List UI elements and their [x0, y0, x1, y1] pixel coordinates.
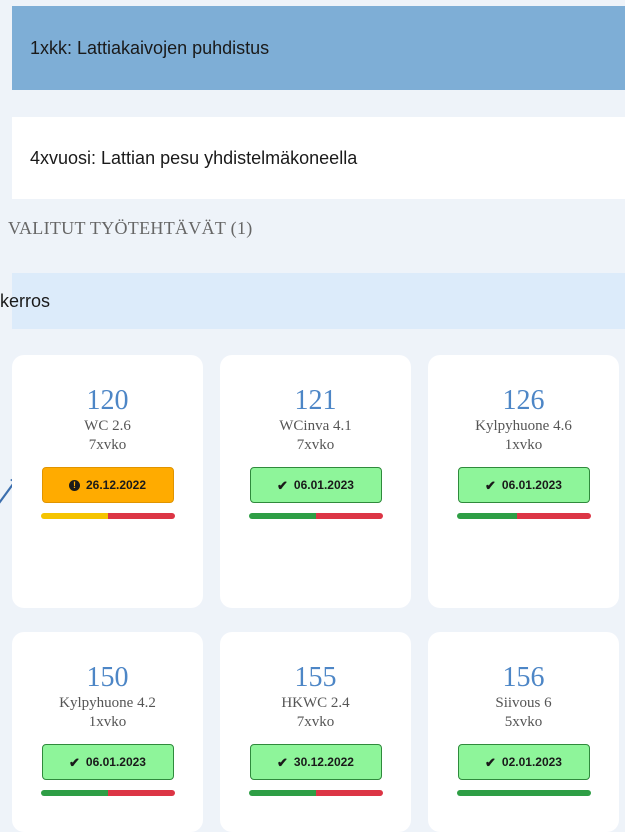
progress-fill	[40, 513, 108, 519]
status-badge[interactable]: ✔ 06.01.2023	[41, 744, 174, 780]
room-number: 150	[86, 662, 129, 693]
room-number: 120	[86, 385, 129, 416]
room-card[interactable]: 155 HKWC 2.4 7xvko ✔ 30.12.2022	[220, 632, 411, 832]
room-name: WC 2.6	[84, 418, 131, 434]
status-date: 26.12.2022	[85, 478, 147, 492]
task-item-lattian-pesu[interactable]: 4xvuosi: Lattian pesu yhdistelmäkoneella	[12, 117, 625, 199]
progress-bar	[248, 790, 383, 796]
status-badge[interactable]: ✔ 06.01.2023	[249, 467, 382, 503]
room-frequency: 7xvko	[296, 437, 335, 453]
selected-tasks-heading[interactable]: VALITUT TYÖTEHTÄVÄT (1)	[0, 202, 625, 254]
floor-heading[interactable]: kerros	[0, 273, 625, 329]
progress-fill	[456, 513, 517, 519]
progress-remainder	[315, 513, 383, 519]
room-frequency: 1xvko	[504, 437, 543, 453]
room-name: Kylpyhuone 4.6	[475, 418, 572, 434]
check-icon: ✔	[485, 754, 496, 770]
room-number: 156	[502, 662, 545, 693]
progress-fill	[248, 513, 316, 519]
progress-fill	[456, 790, 591, 796]
status-date: 30.12.2022	[293, 755, 354, 769]
progress-bar	[40, 790, 175, 796]
status-date: 06.01.2023	[85, 755, 146, 769]
progress-bar	[248, 513, 383, 519]
progress-fill	[248, 790, 316, 796]
room-card[interactable]: 150 Kylpyhuone 4.2 1xvko ✔ 06.01.2023	[12, 632, 203, 832]
progress-remainder	[107, 513, 175, 519]
room-name: Siivous 6	[495, 695, 552, 711]
progress-bar	[456, 513, 591, 519]
status-badge[interactable]: ✔ 06.01.2023	[457, 467, 590, 503]
status-badge[interactable]: ! 26.12.2022	[41, 467, 174, 503]
progress-remainder	[107, 790, 175, 796]
room-number: 126	[502, 385, 545, 416]
room-number: 155	[294, 662, 337, 693]
check-icon: ✔	[485, 477, 496, 493]
progress-remainder	[315, 790, 383, 796]
progress-remainder	[516, 513, 591, 519]
status-date: 06.01.2023	[501, 478, 562, 492]
room-name: HKWC 2.4	[281, 695, 350, 711]
progress-bar	[456, 790, 591, 796]
task-label: 1xkk: Lattiakaivojen puhdistus	[30, 37, 270, 58]
task-label: 4xvuosi: Lattian pesu yhdistelmäkoneella	[30, 147, 358, 168]
selected-tasks-heading-text: VALITUT TYÖTEHTÄVÄT (1)	[8, 217, 253, 238]
room-number: 121	[294, 385, 337, 416]
room-frequency: 1xvko	[88, 714, 127, 730]
check-icon: ✔	[277, 754, 288, 770]
room-frequency: 5xvko	[504, 714, 543, 730]
status-badge[interactable]: ✔ 02.01.2023	[457, 744, 590, 780]
room-card[interactable]: 120 WC 2.6 7xvko! 26.12.2022	[12, 355, 203, 608]
floor-heading-text: kerros	[0, 290, 51, 311]
check-icon: ✔	[69, 754, 80, 770]
exclamation-circle-icon: !	[68, 479, 80, 491]
room-card[interactable]: 121 WCinva 4.1 7xvko ✔ 06.01.2023	[220, 355, 411, 608]
progress-fill	[40, 790, 108, 796]
task-item-lattiakaivojen-puhdistus[interactable]: 1xkk: Lattiakaivojen puhdistus	[12, 6, 625, 90]
check-icon: ✔	[277, 477, 288, 493]
status-date: 02.01.2023	[501, 755, 562, 769]
room-card[interactable]: 156 Siivous 6 5xvko ✔ 02.01.2023	[428, 632, 619, 832]
room-frequency: 7xvko	[88, 437, 127, 453]
room-name: Kylpyhuone 4.2	[59, 695, 156, 711]
status-date: 06.01.2023	[293, 478, 354, 492]
progress-bar	[40, 513, 175, 519]
room-frequency: 7xvko	[296, 714, 335, 730]
status-badge[interactable]: ✔ 30.12.2022	[249, 744, 382, 780]
room-card[interactable]: 126 Kylpyhuone 4.6 1xvko ✔ 06.01.2023	[428, 355, 619, 608]
room-name: WCinva 4.1	[279, 418, 352, 434]
